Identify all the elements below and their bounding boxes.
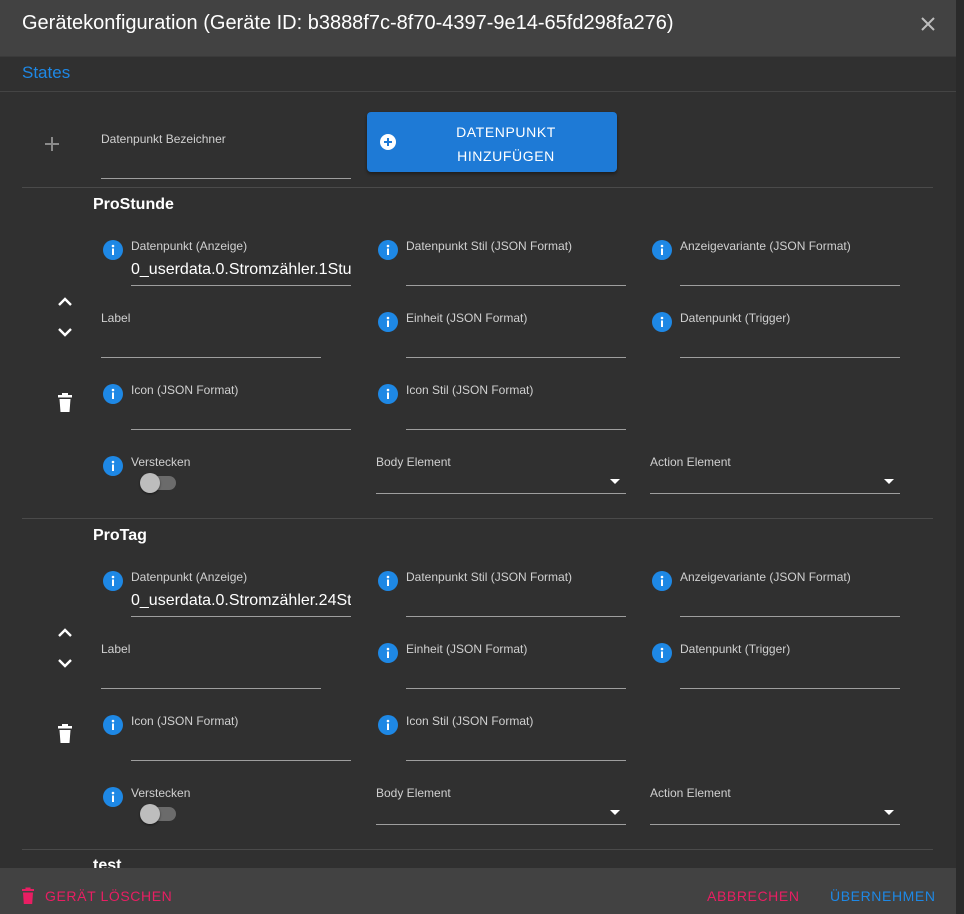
info-icon[interactable] — [103, 456, 123, 476]
state-block: ProStunde Datenpunkt (Anzeige) 0_userdat… — [0, 188, 956, 519]
info-icon[interactable] — [652, 643, 672, 663]
action-element-select[interactable]: Action Element — [650, 786, 900, 825]
datapoint-style-field[interactable]: Datenpunkt Stil (JSON Format) — [406, 570, 626, 617]
info-icon[interactable] — [103, 384, 123, 404]
chevron-down-icon[interactable] — [55, 653, 75, 673]
add-button-label-line1: DATENPUNKT — [456, 124, 556, 140]
dialog-title: Gerätekonfiguration (Geräte ID: b3888f7c… — [22, 12, 674, 34]
info-icon[interactable] — [378, 715, 398, 735]
action-element-select[interactable]: Action Element — [650, 455, 900, 494]
add-button-label-line2: HINZUFÜGEN — [457, 148, 555, 164]
tab-bar: States — [0, 57, 956, 92]
dropdown-arrow-icon — [610, 479, 620, 484]
divider — [22, 849, 933, 850]
icon-field[interactable]: Icon (JSON Format) — [131, 383, 351, 430]
info-icon[interactable] — [103, 787, 123, 807]
datapoint-name-label: Datenpunkt Bezeichner — [101, 132, 226, 146]
info-icon[interactable] — [378, 643, 398, 663]
cancel-button[interactable]: ABBRECHEN — [707, 888, 800, 904]
info-icon[interactable] — [378, 571, 398, 591]
add-datapoint-button[interactable]: DATENPUNKT HINZUFÜGEN — [367, 112, 617, 172]
hide-toggle[interactable] — [140, 804, 176, 824]
display-variant-field[interactable]: Anzeigevariante (JSON Format) — [680, 570, 900, 617]
dropdown-arrow-icon — [610, 810, 620, 815]
chevron-down-icon[interactable] — [55, 322, 75, 342]
state-block: ProTag Datenpunkt (Anzeige) 0_userdata.0… — [0, 519, 956, 850]
state-name: ProStunde — [93, 196, 174, 213]
info-icon[interactable] — [652, 240, 672, 260]
icon-style-field[interactable]: Icon Stil (JSON Format) — [406, 383, 626, 430]
dialog-footer: GERÄT LÖSCHEN ABBRECHEN ÜBERNEHMEN — [0, 868, 956, 914]
dropdown-arrow-icon — [884, 479, 894, 484]
chevron-up-icon[interactable] — [55, 292, 75, 312]
tab-states[interactable]: States — [22, 63, 70, 83]
body-element-select[interactable]: Body Element — [376, 786, 626, 825]
dialog-header: Gerätekonfiguration (Geräte ID: b3888f7c… — [0, 0, 956, 57]
info-icon[interactable] — [652, 571, 672, 591]
trash-icon[interactable] — [55, 723, 75, 743]
chevron-up-icon[interactable] — [55, 623, 75, 643]
info-icon[interactable] — [378, 384, 398, 404]
icon-field[interactable]: Icon (JSON Format) — [131, 714, 351, 761]
add-circle-icon — [379, 133, 397, 151]
trigger-field[interactable]: Datenpunkt (Trigger) — [680, 311, 900, 358]
display-variant-field[interactable]: Anzeigevariante (JSON Format) — [680, 239, 900, 286]
info-icon[interactable] — [652, 312, 672, 332]
apply-button[interactable]: ÜBERNEHMEN — [830, 888, 936, 904]
add-datapoint-row: Datenpunkt Bezeichner DATENPUNKT HINZUFÜ… — [0, 92, 956, 187]
delete-device-label: GERÄT LÖSCHEN — [45, 888, 173, 904]
datapoint-display-field[interactable]: Datenpunkt (Anzeige) 0_userdata.0.Stromz… — [131, 239, 351, 286]
trash-icon — [20, 887, 36, 910]
dialog-content: Datenpunkt Bezeichner DATENPUNKT HINZUFÜ… — [0, 92, 956, 868]
unit-field[interactable]: Einheit (JSON Format) — [406, 642, 626, 689]
unit-field[interactable]: Einheit (JSON Format) — [406, 311, 626, 358]
label-field[interactable]: Label — [101, 642, 321, 689]
body-element-select[interactable]: Body Element — [376, 455, 626, 494]
hide-toggle[interactable] — [140, 473, 176, 493]
datapoint-display-field[interactable]: Datenpunkt (Anzeige) 0_userdata.0.Stromz… — [131, 570, 351, 617]
info-icon[interactable] — [378, 312, 398, 332]
plus-icon — [42, 134, 62, 154]
datapoint-name-field[interactable]: Datenpunkt Bezeichner — [101, 132, 351, 179]
state-name: ProTag — [93, 527, 147, 544]
close-icon[interactable] — [916, 12, 940, 36]
device-config-dialog: Gerätekonfiguration (Geräte ID: b3888f7c… — [0, 0, 956, 914]
info-icon[interactable] — [378, 240, 398, 260]
info-icon[interactable] — [103, 240, 123, 260]
datapoint-display-input[interactable]: 0_userdata.0.Stromzähler.24Stunden — [131, 592, 351, 610]
info-icon[interactable] — [103, 571, 123, 591]
scrollbar[interactable] — [956, 0, 964, 914]
icon-style-field[interactable]: Icon Stil (JSON Format) — [406, 714, 626, 761]
trigger-field[interactable]: Datenpunkt (Trigger) — [680, 642, 900, 689]
trash-icon[interactable] — [55, 392, 75, 412]
datapoint-display-input[interactable]: 0_userdata.0.Stromzähler.1Stunde — [131, 261, 351, 279]
dropdown-arrow-icon — [884, 810, 894, 815]
info-icon[interactable] — [103, 715, 123, 735]
state-name: test — [93, 857, 122, 868]
label-field[interactable]: Label — [101, 311, 321, 358]
datapoint-style-field[interactable]: Datenpunkt Stil (JSON Format) — [406, 239, 626, 286]
